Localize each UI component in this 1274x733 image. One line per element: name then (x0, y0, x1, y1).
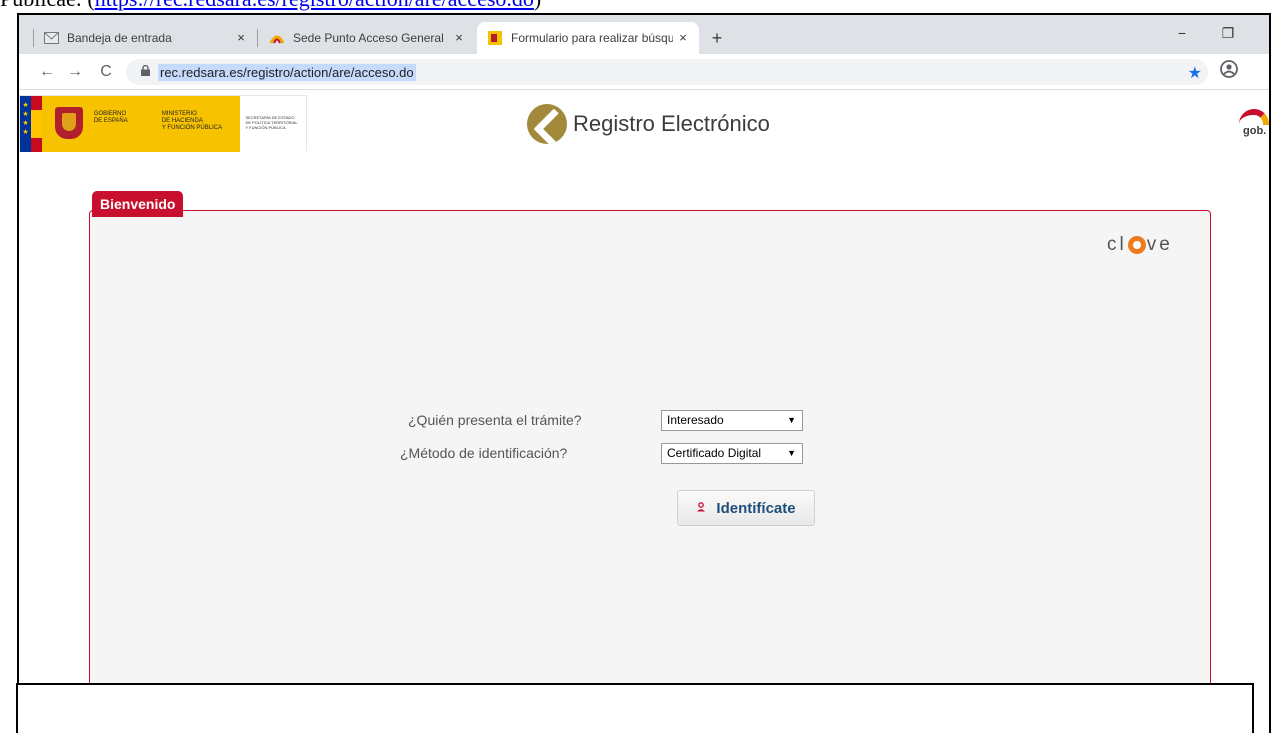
back-arrow-icon[interactable]: ← (36, 61, 58, 83)
tab-close-icon[interactable]: × (451, 30, 467, 46)
web-page: ★ ★ ★ ★ Gobierno de España Ministerio de Ha… (19, 90, 1269, 733)
restore-icon[interactable]: ❐ (1213, 23, 1243, 45)
tab-sede-pag[interactable]: Sede Punto Acceso General - Reg × (259, 22, 475, 54)
screenshot-root: Publicae: (https://rec.redsara.es/regist… (0, 0, 1274, 733)
presenter-select-value: Interesado (667, 413, 724, 427)
redaction-box (16, 683, 1254, 733)
flag-strip: ★ ★ ★ ★ (20, 96, 42, 152)
clave-logo: cl ve (1107, 234, 1173, 256)
address-bar-row: ← → C rec.redsara.es/registro/action/are… (19, 54, 1269, 90)
registro-title: Registro Electrónico (573, 111, 770, 136)
identification-method-label: ¿Método de identificación? (400, 445, 568, 461)
document-caption: Publicae: (https://rec.redsara.es/regist… (0, 0, 541, 11)
tab-label: Sede Punto Acceso General - Reg (293, 31, 445, 45)
registro-logo-icon (527, 104, 567, 144)
caption-prefix: Publicae: ( (0, 0, 95, 11)
gob-es-logo[interactable]: gob. (1235, 109, 1269, 145)
gob-text: gob. (1243, 125, 1267, 137)
clave-dot-icon (1127, 236, 1146, 254)
pag-icon (269, 30, 285, 46)
presenter-label: ¿Quién presenta el trámite? (408, 412, 582, 428)
identification-method-select[interactable]: Certificado Digital ▼ (661, 443, 803, 464)
identificate-label: Identifícate (716, 499, 796, 517)
chevron-down-icon: ▼ (787, 448, 796, 458)
gov-icon (487, 30, 503, 46)
tab-separator (257, 29, 258, 47)
secretaria-badge: Secretaría de Estado de Política Territo… (240, 96, 306, 152)
ministerio-label: Ministerio de Hacienda y Función Pública (161, 111, 223, 131)
coat-of-arms-icon (54, 107, 83, 139)
gob-arc-icon (1239, 109, 1269, 125)
forward-arrow-icon[interactable]: → (64, 61, 86, 83)
tab-inbox[interactable]: Bandeja de entrada × (33, 22, 257, 54)
caption-link[interactable]: https://rec.redsara.es/registro/action/a… (95, 0, 534, 11)
caption-suffix: ) (534, 0, 541, 11)
secretaria-label: Secretaría de Estado de Política Territo… (245, 115, 298, 130)
user-icon (696, 501, 706, 515)
new-tab-icon[interactable]: + (705, 27, 729, 51)
tab-formulario[interactable]: Formulario para realizar búsqued × (477, 22, 699, 54)
welcome-panel (89, 210, 1211, 733)
eu-stars-icon: ★ ★ ★ ★ (20, 96, 31, 152)
url-text[interactable]: rec.redsara.es/registro/action/are/acces… (158, 63, 416, 81)
star-icon[interactable]: ★ (1188, 63, 1202, 83)
chevron-down-icon: ▼ (787, 415, 796, 425)
clave-text-left: cl (1107, 234, 1127, 255)
ministry-badge: Gobierno de España Ministerio de Haciend… (41, 96, 241, 152)
account-icon[interactable] (1217, 60, 1241, 84)
address-bar[interactable]: rec.redsara.es/registro/action/are/acces… (126, 59, 1208, 85)
government-logo[interactable]: ★ ★ ★ ★ Gobierno de España Ministerio de Ha… (19, 95, 307, 152)
gobierno-label: Gobierno de España (93, 111, 128, 124)
clave-text-right: ve (1146, 234, 1173, 255)
minimize-icon[interactable]: − (1167, 23, 1197, 45)
browser-window: Bandeja de entrada × Sede Punto Acceso G… (17, 13, 1271, 733)
reload-icon[interactable]: C (95, 61, 117, 83)
tab-close-icon[interactable]: × (675, 30, 691, 46)
welcome-panel-title: Bienvenido (92, 191, 184, 217)
identificate-button[interactable]: Identifícate (677, 490, 815, 526)
tab-strip: Bandeja de entrada × Sede Punto Acceso G… (19, 15, 1269, 54)
registro-brand[interactable]: Registro Electrónico (527, 104, 770, 144)
tab-label: Bandeja de entrada (67, 31, 172, 45)
tab-close-icon[interactable]: × (233, 30, 249, 46)
mail-icon (43, 30, 59, 46)
identification-method-value: Certificado Digital (667, 446, 762, 460)
tab-label: Formulario para realizar búsqued (511, 31, 673, 45)
lock-icon (134, 64, 156, 79)
presenter-select[interactable]: Interesado ▼ (661, 410, 803, 431)
